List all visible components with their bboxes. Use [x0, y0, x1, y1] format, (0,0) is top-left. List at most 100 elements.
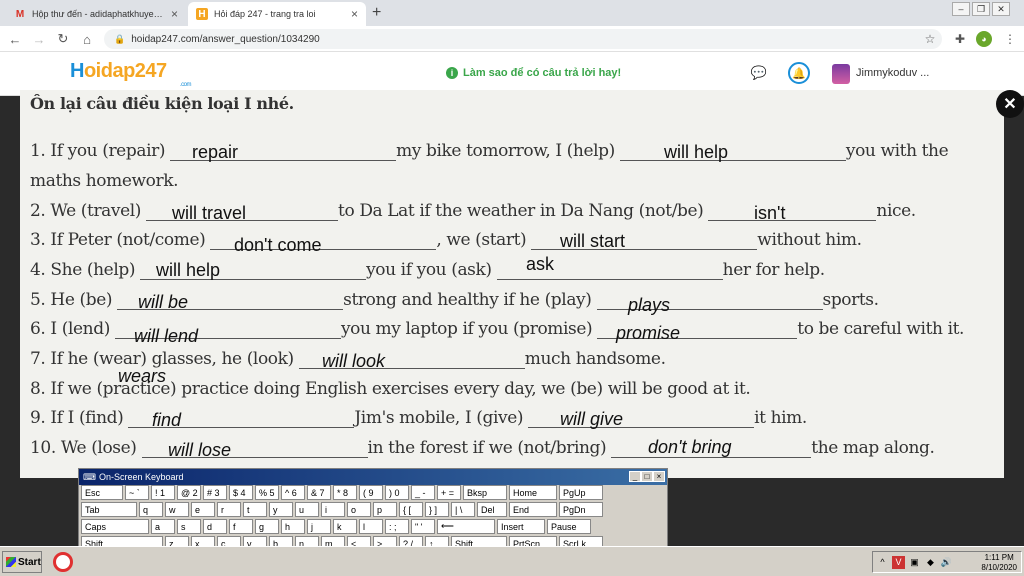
osk-key[interactable]: | \	[451, 502, 475, 517]
close-tab-icon[interactable]: ×	[351, 7, 358, 21]
osk-key[interactable]: _ -	[411, 485, 435, 500]
close-viewer-icon[interactable]: ✕	[996, 90, 1024, 118]
osk-key[interactable]: { [	[399, 502, 423, 517]
osk-key[interactable]: ⟵	[437, 519, 495, 534]
answer-11: will lend	[134, 326, 199, 346]
osk-key[interactable]: ^ 6	[281, 485, 305, 500]
profile-avatar-icon[interactable]: ◕	[976, 31, 992, 47]
osk-key[interactable]: o	[347, 502, 371, 517]
osk-key[interactable]: p	[373, 502, 397, 517]
close-window-icon[interactable]: ✕	[992, 2, 1010, 16]
osk-key[interactable]: ( 9	[359, 485, 383, 500]
logo-domain: .com	[180, 82, 192, 88]
osk-key[interactable]: Caps	[81, 519, 149, 534]
home-icon[interactable]: ⌂	[78, 30, 96, 48]
osk-key[interactable]: PgDn	[559, 502, 603, 517]
osk-key[interactable]: u	[295, 502, 319, 517]
osk-key[interactable]: * 8	[333, 485, 357, 500]
osk-key[interactable]: + =	[437, 485, 461, 500]
tab-hoidap[interactable]: H Hỏi đáp 247 - trang tra loi ×	[188, 2, 366, 26]
back-icon[interactable]: ←	[6, 30, 24, 48]
osk-key[interactable]: d	[203, 519, 227, 534]
osk-key[interactable]: $ 4	[229, 485, 253, 500]
taskbar-app-icon[interactable]	[50, 551, 76, 573]
extensions-icon[interactable]: ✚	[952, 31, 968, 47]
osk-title-bar[interactable]: ⌨ On-Screen Keyboard _ □ ×	[79, 469, 667, 485]
osk-key[interactable]: # 3	[203, 485, 227, 500]
osk-key[interactable]: w	[165, 502, 189, 517]
app-tray-icon[interactable]: ▣	[908, 556, 921, 569]
osk-key[interactable]: l	[359, 519, 383, 534]
line-text: 1. If you (repair)	[30, 141, 171, 161]
osk-key[interactable]: & 7	[307, 485, 331, 500]
antivirus-icon[interactable]: V	[892, 555, 905, 569]
osk-key[interactable]: h	[281, 519, 305, 534]
osk-key[interactable]: " '	[411, 519, 435, 534]
osk-key[interactable]: Insert	[497, 519, 545, 534]
osk-key[interactable]: Tab	[81, 502, 137, 517]
osk-key[interactable]: PgUp	[559, 485, 603, 500]
bell-icon[interactable]: 🔔	[788, 62, 810, 84]
maximize-icon[interactable]: □	[641, 471, 653, 482]
close-icon[interactable]: ×	[653, 471, 665, 482]
tab-gmail[interactable]: M Hộp thư đến - adidaphatkhuyen@g ×	[6, 2, 186, 26]
osk-key[interactable]: % 5	[255, 485, 279, 500]
osk-key[interactable]: Bksp	[463, 485, 507, 500]
osk-key[interactable]: : ;	[385, 519, 409, 534]
site-logo[interactable]: Hoidap247 .com	[70, 60, 192, 88]
reload-icon[interactable]: ↻	[54, 30, 72, 48]
restore-icon[interactable]: ❐	[972, 2, 990, 16]
minimize-icon[interactable]: _	[629, 471, 641, 482]
osk-key[interactable]: Home	[509, 485, 557, 500]
osk-key[interactable]: Esc	[81, 485, 123, 500]
username[interactable]: Jimmykoduv ...	[856, 67, 929, 79]
osk-key[interactable]: s	[177, 519, 201, 534]
minimize-icon[interactable]: –	[952, 2, 970, 16]
osk-key[interactable]: r	[217, 502, 241, 517]
avatar[interactable]	[832, 64, 850, 84]
address-bar[interactable]: 🔒 hoidap247.com/answer_question/1034290	[104, 29, 942, 49]
clock[interactable]: 1:11 PM 8/10/2020	[981, 553, 1017, 573]
osk-key[interactable]: f	[229, 519, 253, 534]
osk-key[interactable]: j	[307, 519, 331, 534]
osk-key[interactable]: @ 2	[177, 485, 201, 500]
worksheet-heading: Ôn lại câu điều kiện loại I nhé.	[30, 94, 294, 113]
forward-icon[interactable]: →	[30, 30, 48, 48]
blank	[708, 205, 877, 221]
answer-13: will look	[322, 351, 386, 371]
line-text: 6. I (lend)	[30, 319, 115, 339]
volume-icon[interactable]: 🔊	[940, 556, 953, 569]
osk-key[interactable]: i	[321, 502, 345, 517]
new-tab-button[interactable]: +	[372, 4, 381, 22]
osk-key[interactable]: k	[333, 519, 357, 534]
osk-key[interactable]: e	[191, 502, 215, 517]
worksheet-image: Ôn lại câu điều kiện loại I nhé. 1. If y…	[20, 90, 1004, 478]
osk-key[interactable]: Pause	[547, 519, 591, 534]
close-tab-icon[interactable]: ×	[171, 7, 178, 21]
answer-4: isn't	[754, 203, 786, 223]
osk-key[interactable]: ! 1	[151, 485, 175, 500]
menu-kebab-icon[interactable]: ⋮	[1002, 31, 1018, 47]
tip-link[interactable]: i Làm sao để có câu trả lời hay!	[446, 67, 621, 79]
worksheet-line-3: 3. If Peter (not/come) , we (start) with…	[30, 230, 862, 250]
osk-key[interactable]: ) 0	[385, 485, 409, 500]
bookmark-star-icon[interactable]: ☆	[922, 31, 938, 47]
osk-key[interactable]: y	[269, 502, 293, 517]
osk-key[interactable]: q	[139, 502, 163, 517]
line-text: 3. If Peter (not/come)	[30, 230, 211, 250]
osk-key[interactable]: End	[509, 502, 557, 517]
browser-toolbar: ← → ↻ ⌂ 🔒 hoidap247.com/answer_question/…	[0, 26, 1024, 52]
worksheet-line-4: 4. She (help) you if you (ask) her for h…	[30, 260, 825, 280]
clock-time: 1:11 PM	[984, 553, 1014, 562]
osk-key[interactable]: Del	[477, 502, 507, 517]
osk-key[interactable]: t	[243, 502, 267, 517]
chevron-up-icon[interactable]: ^	[876, 556, 889, 569]
osk-key[interactable]: } ]	[425, 502, 449, 517]
security-icon[interactable]: ◆	[924, 556, 937, 569]
osk-key[interactable]: a	[151, 519, 175, 534]
osk-key[interactable]: g	[255, 519, 279, 534]
answer-6: will start	[560, 231, 626, 251]
start-button[interactable]: Start	[2, 551, 42, 573]
osk-key[interactable]: ~ `	[125, 485, 149, 500]
chat-icon[interactable]: 💬	[748, 62, 770, 84]
